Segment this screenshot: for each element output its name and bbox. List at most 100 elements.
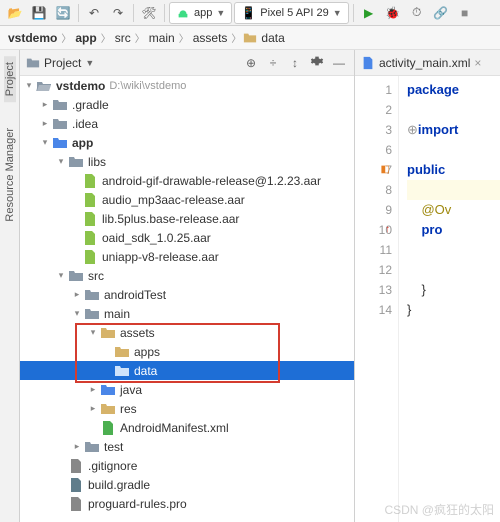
assets-folder-icon (100, 325, 116, 341)
source-folder-icon (100, 382, 116, 398)
tree-item-app[interactable]: ▾app (20, 133, 354, 152)
aar-icon (82, 249, 98, 265)
tree-item-buildgradle[interactable]: build.gradle (20, 475, 354, 494)
save-icon[interactable]: 💾 (28, 2, 50, 24)
editor-tab-label: activity_main.xml (379, 56, 470, 70)
editor-tabbar: activity_main.xml × (355, 50, 500, 76)
attach-icon[interactable]: 🔗 (430, 2, 452, 24)
tree-item-libs[interactable]: ▾libs (20, 152, 354, 171)
folder-icon (68, 154, 84, 170)
crumb-root[interactable]: vstdemo (6, 31, 59, 45)
file-icon (68, 458, 84, 474)
panel-title[interactable]: Project (44, 56, 81, 70)
crumb-app[interactable]: app (73, 31, 98, 45)
project-panel-header: Project ▼ ⊕ ÷ ↕ — (20, 50, 354, 76)
main-toolbar: 📂 💾 🔄 ↶ ↷ 🛠 app ▼ 📱 Pixel 5 API 29 ▼ ▶ 🐞… (0, 0, 500, 26)
run-config-dropdown[interactable]: app ▼ (169, 2, 232, 24)
close-icon[interactable]: × (474, 56, 481, 70)
project-tree[interactable]: ▾ vstdemo D:\wiki\vstdemo ▸.gradle ▸.ide… (20, 76, 354, 522)
tree-item-main[interactable]: ▾main (20, 304, 354, 323)
breadcrumb: vstdemo〉 app〉 src〉 main〉 assets〉 data (0, 26, 500, 50)
tree-item-gradle[interactable]: ▸.gradle (20, 95, 354, 114)
editor-code[interactable]: package ⊕import public @Ov pro } } (399, 76, 500, 522)
undo-icon[interactable]: ↶ (83, 2, 105, 24)
expand-icon[interactable]: ▾ (22, 80, 36, 91)
run-config-label: app (194, 7, 212, 19)
device-label: Pixel 5 API 29 (260, 7, 329, 19)
tree-item-aar[interactable]: audio_mp3aac-release.aar (20, 190, 354, 209)
device-dropdown[interactable]: 📱 Pixel 5 API 29 ▼ (234, 2, 348, 24)
editor-tab[interactable]: activity_main.xml × (361, 56, 481, 70)
redo-icon[interactable]: ↷ (107, 2, 129, 24)
divide-icon[interactable]: ÷ (264, 56, 282, 70)
hide-icon[interactable]: — (330, 56, 348, 70)
tree-item-res[interactable]: ▸res (20, 399, 354, 418)
folder-icon (52, 97, 68, 113)
chevron-down-icon: ▼ (85, 58, 94, 68)
editor-gutter: 1 2 3 6 7◧ 8 9 10↑ 11 12 13 14 (355, 76, 399, 522)
crumb-data[interactable]: data (259, 31, 286, 45)
tree-label: vstdemo (56, 79, 105, 93)
open-file-icon[interactable]: 📂 (4, 2, 26, 24)
crumb-assets[interactable]: assets (191, 31, 230, 45)
tree-item-data[interactable]: data (20, 361, 354, 380)
tree-item-src[interactable]: ▾src (20, 266, 354, 285)
tree-item-aar[interactable]: android-gif-drawable-release@1.2.23.aar (20, 171, 354, 190)
tab-resource-manager[interactable]: Resource Manager (4, 122, 16, 228)
tree-root[interactable]: ▾ vstdemo D:\wiki\vstdemo (20, 76, 354, 95)
editor-pane: activity_main.xml × 1 2 3 6 7◧ 8 9 10↑ 1… (355, 50, 500, 522)
phone-icon: 📱 (241, 6, 256, 20)
project-root-icon (36, 78, 52, 94)
tree-item-test[interactable]: ▸test (20, 437, 354, 456)
project-panel: Project ▼ ⊕ ÷ ↕ — ▾ vstdemo D:\wiki\vstd… (20, 50, 355, 522)
tab-project[interactable]: Project (4, 56, 16, 102)
target-icon[interactable]: ⊕ (242, 56, 260, 70)
gradle-icon (68, 477, 84, 493)
override-gutter-icon[interactable]: ↑ (385, 220, 390, 240)
tree-path: D:\wiki\vstdemo (109, 80, 186, 92)
aar-icon (82, 211, 98, 227)
tree-item-assets[interactable]: ▾assets (20, 323, 354, 342)
folder-icon (68, 268, 84, 284)
xml-file-icon (361, 56, 375, 70)
tree-item-gitignore[interactable]: .gitignore (20, 456, 354, 475)
hammer-build-icon[interactable]: 🛠 (138, 2, 160, 24)
sync-icon[interactable]: 🔄 (52, 2, 74, 24)
folder-icon (114, 344, 130, 360)
stop-icon[interactable]: ■ (454, 2, 476, 24)
tree-item-aar[interactable]: lib.5plus.base-release.aar (20, 209, 354, 228)
folder-icon (243, 31, 257, 45)
folder-icon (84, 287, 100, 303)
tree-item-aar[interactable]: uniapp-v8-release.aar (20, 247, 354, 266)
run-icon[interactable]: ▶ (358, 2, 380, 24)
tree-item-aar[interactable]: oaid_sdk_1.0.25.aar (20, 228, 354, 247)
chevron-down-icon: ▼ (216, 8, 225, 18)
crumb-main[interactable]: main (147, 31, 177, 45)
filter-icon[interactable]: ↕ (286, 56, 304, 70)
tree-item-androidtest[interactable]: ▸androidTest (20, 285, 354, 304)
file-icon (68, 496, 84, 512)
tree-item-manifest[interactable]: AndroidManifest.xml (20, 418, 354, 437)
crumb-src[interactable]: src (113, 31, 133, 45)
tree-item-proguard[interactable]: proguard-rules.pro (20, 494, 354, 513)
folder-icon (84, 439, 100, 455)
folder-icon (114, 363, 130, 379)
res-folder-icon (100, 401, 116, 417)
folder-icon (52, 116, 68, 132)
manifest-icon (100, 420, 116, 436)
chevron-down-icon: ▼ (333, 8, 342, 18)
debug-icon[interactable]: 🐞 (382, 2, 404, 24)
folder-icon (84, 306, 100, 322)
aar-icon (82, 230, 98, 246)
module-icon (52, 135, 68, 151)
tree-item-idea[interactable]: ▸.idea (20, 114, 354, 133)
aar-icon (82, 192, 98, 208)
tree-item-apps[interactable]: apps (20, 342, 354, 361)
profile-icon[interactable]: ⏱ (406, 2, 428, 24)
class-gutter-icon[interactable]: ◧ (381, 160, 390, 180)
project-icon (26, 56, 40, 70)
gear-icon[interactable] (308, 54, 326, 71)
android-icon (176, 6, 190, 20)
tool-window-tabs: Project Resource Manager (0, 50, 20, 522)
tree-item-java[interactable]: ▸java (20, 380, 354, 399)
